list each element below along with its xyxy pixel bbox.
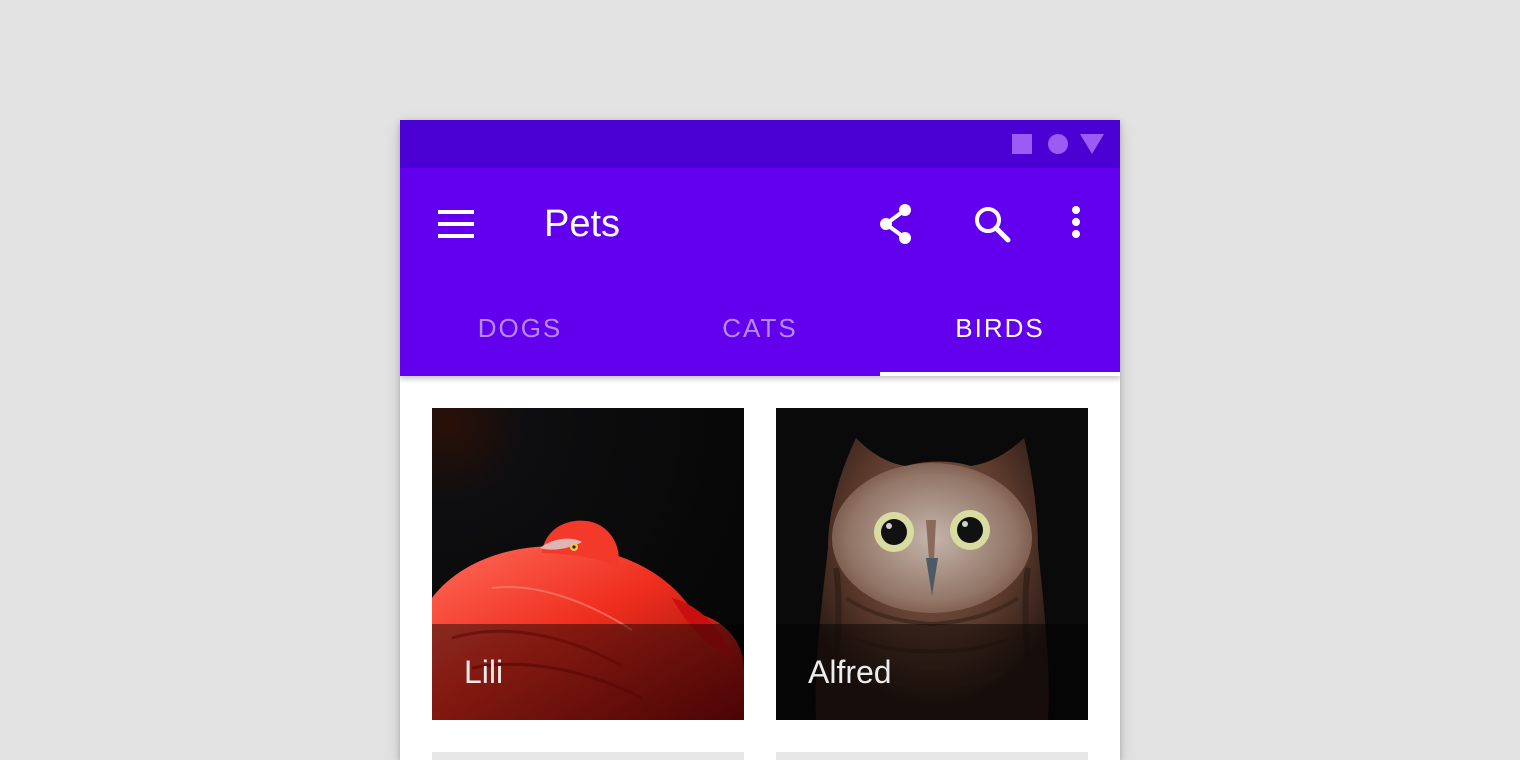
- tile-caption: Alfred: [776, 624, 1088, 720]
- page-title: Pets: [544, 203, 621, 245]
- tab-label: DOGS: [477, 312, 563, 343]
- more-vert-icon[interactable]: [1052, 200, 1100, 248]
- grid-tile-alfred[interactable]: Alfred: [776, 408, 1088, 720]
- square-icon: [1012, 134, 1032, 154]
- tab-indicator: [880, 372, 1120, 376]
- tab-label: BIRDS: [955, 312, 1045, 343]
- menu-icon[interactable]: [436, 206, 476, 242]
- tile-caption: Lili: [432, 624, 744, 720]
- status-bar: [400, 120, 1120, 168]
- tab-cats[interactable]: CATS: [640, 280, 880, 376]
- circle-icon: [1048, 134, 1068, 154]
- grid-tile-placeholder[interactable]: [432, 752, 744, 760]
- tab-dogs[interactable]: DOGS: [400, 280, 640, 376]
- search-icon[interactable]: [968, 200, 1016, 248]
- grid-tile-placeholder[interactable]: [776, 752, 1088, 760]
- triangle-icon: [1080, 134, 1104, 154]
- pet-name: Alfred: [808, 654, 892, 690]
- app-bar: Pets DOGS CATS BIRDS: [400, 168, 1120, 376]
- pet-name: Lili: [464, 654, 504, 690]
- status-icons: [1012, 134, 1104, 154]
- grid-tile-lili[interactable]: Lili: [432, 408, 744, 720]
- tab-birds[interactable]: BIRDS: [880, 280, 1120, 376]
- tab-bar: DOGS CATS BIRDS: [400, 280, 1120, 376]
- tab-label: CATS: [722, 312, 798, 343]
- phone-frame: Pets DOGS CATS BIRDS Lili Alfred: [400, 120, 1120, 760]
- toolbar: Pets: [400, 168, 1120, 280]
- share-icon[interactable]: [872, 200, 920, 248]
